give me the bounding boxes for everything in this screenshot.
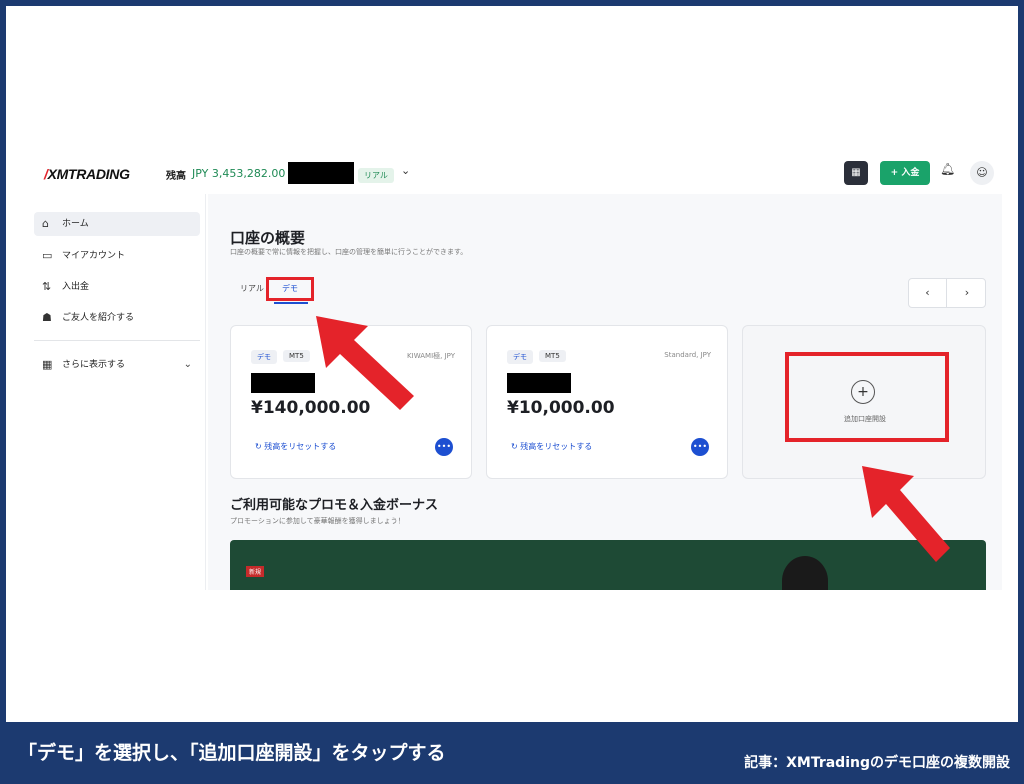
more-options-button[interactable]: ••• [691,438,709,456]
sidebar-item-refer-friend[interactable]: ☗ ご友人を紹介する [34,306,200,330]
account-type-label: Standard, JPY [664,351,711,359]
highlight-box-add-account [785,352,949,442]
tab-real[interactable]: リアル [240,283,264,294]
account-type-badge: リアル [358,168,394,183]
redacted-account-number [288,162,354,184]
demo-chip: デモ [507,350,533,364]
page-subtitle: 口座の概要で常に情報を把握し、口座の管理を簡単に行うことができます。 [230,248,468,256]
reset-balance-link[interactable]: ↻ 残高をリセットする [255,441,336,452]
account-balance: ¥10,000.00 [507,398,615,418]
promo-section-title: ご利用可能なプロモ＆入金ボーナス [230,498,439,513]
sidebar-divider [34,340,200,341]
account-card[interactable]: デモ MT5 Standard, JPY ¥10,000.00 ↻ 残高をリセッ… [486,325,728,479]
sidebar-item-my-account[interactable]: ▭ マイアカウント [34,244,200,268]
chevron-down-icon[interactable]: ⌄ [401,164,410,177]
sidebar-item-label: ホーム [62,219,89,229]
balance-value: JPY 3,453,282.00 [192,167,286,180]
sidebar-item-label: ご友人を紹介する [62,313,135,323]
card-pager: ‹ › [908,278,986,308]
pager-next-button[interactable]: › [948,279,986,307]
article-caption: 記事：XMTradingのデモ口座の複数開設 [744,755,1010,771]
platform-chip: MT5 [539,350,566,362]
deposit-button[interactable]: + 入金 [880,161,930,185]
sidebar-item-home[interactable]: ⌂ ホーム [34,212,200,236]
user-icon[interactable]: ☺ [970,161,994,185]
sidebar-item-label: 入出金 [62,282,90,292]
pager-prev-button[interactable]: ‹ [909,279,947,307]
chevron-down-icon: ⌄ [183,359,192,370]
reset-balance-link[interactable]: ↻ 残高をリセットする [511,441,592,452]
people-icon: ☗ [42,311,52,324]
new-badge: 新規 [246,566,265,577]
grid-icon: ▦ [42,358,53,371]
highlight-box-demo-tab [266,277,314,301]
qr-code-icon[interactable]: ▦ [844,161,868,185]
promo-section-subtitle: プロモーションに参加して豪華報酬を獲得しましょう！ [230,517,405,525]
instruction-caption: 「デモ」を選択し、「追加口座開設」をタップする [18,742,446,764]
balance-label: 残高 [166,171,186,182]
sidebar-item-label: さらに表示する [62,360,126,370]
sidebar-item-show-more[interactable]: ▦ さらに表示する ⌄ [34,353,200,377]
xm-logo[interactable]: /XMTRADING [44,166,130,182]
home-icon: ⌂ [42,217,49,230]
sidebar: ⌂ ホーム ▭ マイアカウント ⇅ 入出金 ☗ ご友人を紹介する ▦ さらに表示… [26,194,206,590]
transfer-icon: ⇅ [42,280,52,293]
demo-chip: デモ [251,350,277,364]
active-tab-indicator [274,302,308,304]
card-icon: ▭ [42,249,53,262]
top-bar: /XMTRADING 残高 JPY 3,453,282.00 リアル ⌄ ▦ +… [26,154,1002,194]
bell-icon[interactable]: 🔔︎ [940,162,955,176]
annotation-arrow-demo [316,316,414,410]
screenshot-frame: /XMTRADING 残高 JPY 3,453,282.00 リアル ⌄ ▦ +… [6,6,1018,722]
sidebar-item-label: マイアカウント [62,251,126,261]
redacted-account-id [507,373,571,393]
annotation-arrow-add [862,466,950,562]
page-title: 口座の概要 [230,229,306,247]
promo-person-image [782,556,828,590]
sidebar-item-deposit-withdraw[interactable]: ⇅ 入出金 [34,275,200,299]
more-options-button[interactable]: ••• [435,438,453,456]
